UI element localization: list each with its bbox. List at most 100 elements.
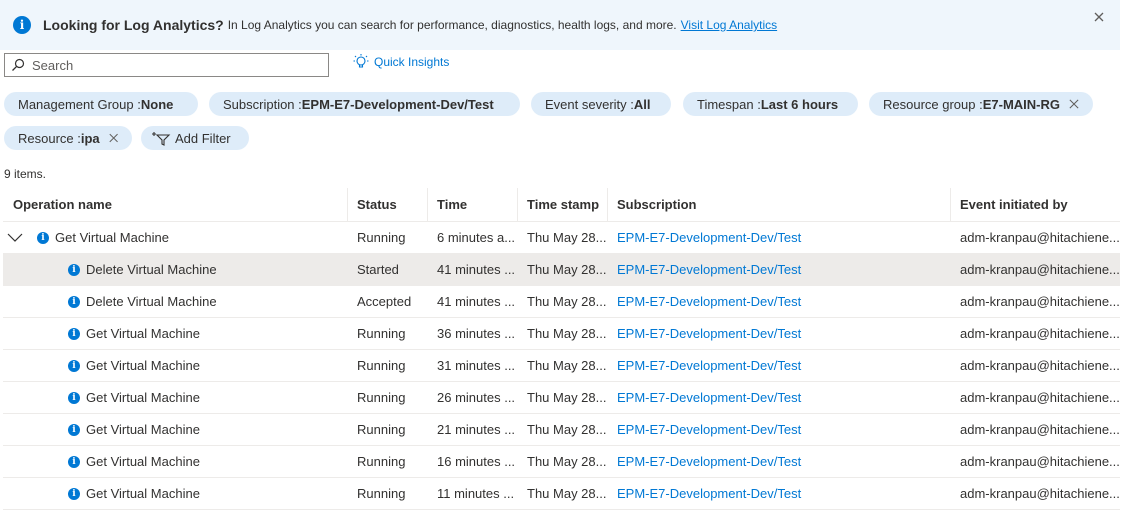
operation-cell: i Get Virtual Machine [3, 326, 347, 341]
info-icon: i [13, 16, 31, 34]
filter-resource-group[interactable]: Resource group : E7-MAIN-RG [869, 92, 1093, 116]
column-header-operation-name[interactable]: Operation name [3, 188, 347, 221]
timestamp-cell: Thu May 28... [527, 294, 607, 309]
operation-cell: i Get Virtual Machine [3, 390, 347, 405]
visit-log-analytics-link[interactable]: Visit Log Analytics [681, 18, 778, 32]
subscription-link[interactable]: EPM-E7-Development-Dev/Test [607, 486, 950, 501]
close-icon[interactable] [1092, 10, 1106, 24]
info-icon: i [68, 391, 80, 404]
status-cell: Running [357, 230, 406, 245]
search-box[interactable] [4, 53, 329, 77]
banner-title: Looking for Log Analytics? [43, 17, 224, 33]
timestamp-cell: Thu May 28... [527, 262, 607, 277]
subscription-link[interactable]: EPM-E7-Development-Dev/Test [607, 390, 950, 405]
status-cell: Started [357, 262, 399, 277]
filter-resource[interactable]: Resource : ipa [4, 126, 132, 150]
table-row[interactable]: i Delete Virtual Machine Accepted 41 min… [3, 286, 1120, 318]
table-row[interactable]: i Get Virtual Machine Running 31 minutes… [3, 350, 1120, 382]
info-icon: i [68, 455, 80, 468]
table-row[interactable]: i Delete Virtual Machine Started 41 minu… [3, 254, 1120, 286]
filter-label: Timespan : [697, 96, 761, 112]
log-analytics-banner: i Looking for Log Analytics? In Log Anal… [0, 0, 1120, 50]
search-input[interactable] [32, 57, 322, 73]
operation-name: Get Virtual Machine [55, 230, 169, 245]
subscription-link[interactable]: EPM-E7-Development-Dev/Test [607, 358, 950, 373]
time-cell: 21 minutes ... [437, 422, 516, 437]
add-filter-icon [152, 132, 171, 146]
info-icon: i [68, 327, 80, 340]
initiated-by-cell: adm-kranpau@hitachiene... [960, 262, 1120, 277]
table-row[interactable]: i Get Virtual Machine Running 6 minutes … [3, 222, 1120, 254]
time-cell: 16 minutes ... [437, 454, 516, 469]
operation-cell: i Get Virtual Machine [3, 486, 347, 501]
filter-value: Last 6 hours [760, 96, 839, 112]
filter-value: All [633, 96, 651, 112]
filter-event-severity[interactable]: Event severity : All [531, 92, 671, 116]
status-cell: Accepted [357, 294, 412, 309]
activity-log-table: Operation name Status Time Time stamp Su… [3, 188, 1120, 510]
table-row[interactable]: i Get Virtual Machine Running 21 minutes… [3, 414, 1120, 446]
quick-insights-label: Quick Insights [374, 55, 450, 69]
status-cell: Running [357, 326, 406, 341]
subscription-link[interactable]: EPM-E7-Development-Dev/Test [607, 326, 950, 341]
time-cell: 31 minutes ... [437, 358, 516, 373]
info-icon: i [37, 231, 49, 244]
filter-timespan[interactable]: Timespan : Last 6 hours [683, 92, 858, 116]
remove-filter-icon[interactable] [1069, 98, 1079, 110]
filter-value: ipa [80, 130, 100, 146]
column-header-event-initiated-by[interactable]: Event initiated by [950, 188, 1120, 222]
initiated-by-cell: adm-kranpau@hitachiene... [960, 486, 1120, 501]
subscription-link[interactable]: EPM-E7-Development-Dev/Test [607, 422, 950, 437]
timestamp-cell: Thu May 28... [527, 326, 607, 341]
item-count: 9 items. [4, 167, 47, 181]
status-cell: Running [357, 422, 406, 437]
timestamp-cell: Thu May 28... [527, 358, 607, 373]
info-icon: i [68, 263, 80, 276]
chevron-down-icon[interactable] [7, 233, 23, 243]
add-filter-label: Add Filter [175, 130, 231, 146]
column-header-time[interactable]: Time [427, 188, 517, 222]
operation-cell: i Get Virtual Machine [3, 358, 347, 373]
subscription-link[interactable]: EPM-E7-Development-Dev/Test [607, 294, 950, 309]
subscription-link[interactable]: EPM-E7-Development-Dev/Test [607, 262, 950, 277]
table-row[interactable]: i Get Virtual Machine Running 26 minutes… [3, 382, 1120, 414]
remove-filter-icon[interactable] [109, 132, 118, 144]
initiated-by-cell: adm-kranpau@hitachiene... [960, 230, 1120, 245]
operation-name: Get Virtual Machine [86, 390, 200, 405]
time-cell: 41 minutes ... [437, 262, 516, 277]
quick-insights-button[interactable]: Quick Insights [352, 53, 449, 71]
column-header-subscription[interactable]: Subscription [607, 188, 950, 222]
filter-label: Resource : [18, 130, 81, 146]
search-icon [12, 58, 25, 71]
filter-label: Subscription : [223, 96, 302, 112]
time-cell: 11 minutes ... [437, 486, 515, 501]
operation-name: Get Virtual Machine [86, 422, 200, 437]
initiated-by-cell: adm-kranpau@hitachiene... [960, 358, 1120, 373]
time-cell: 36 minutes ... [437, 326, 516, 341]
initiated-by-cell: adm-kranpau@hitachiene... [960, 422, 1120, 437]
table-row[interactable]: i Get Virtual Machine Running 16 minutes… [3, 446, 1120, 478]
filter-value: E7-MAIN-RG [982, 96, 1061, 112]
timestamp-cell: Thu May 28... [527, 454, 607, 469]
filter-subscription[interactable]: Subscription : EPM-E7-Development-Dev/Te… [209, 92, 520, 116]
operation-cell: i Get Virtual Machine [3, 422, 347, 437]
status-cell: Running [357, 358, 406, 373]
add-filter-button[interactable]: Add Filter [141, 126, 249, 150]
subscription-link[interactable]: EPM-E7-Development-Dev/Test [607, 454, 950, 469]
status-cell: Running [357, 390, 406, 405]
timestamp-cell: Thu May 28... [527, 230, 607, 245]
initiated-by-cell: adm-kranpau@hitachiene... [960, 390, 1120, 405]
operation-cell: i Delete Virtual Machine [3, 262, 347, 277]
initiated-by-cell: adm-kranpau@hitachiene... [960, 294, 1120, 309]
column-header-status[interactable]: Status [347, 188, 427, 222]
table-row[interactable]: i Get Virtual Machine Running 36 minutes… [3, 318, 1120, 350]
initiated-by-cell: adm-kranpau@hitachiene... [960, 326, 1120, 341]
filter-management-group[interactable]: Management Group : None [4, 92, 198, 116]
time-cell: 6 minutes a... [437, 230, 516, 245]
subscription-link[interactable]: EPM-E7-Development-Dev/Test [607, 230, 950, 245]
filter-value: None [140, 96, 174, 112]
time-cell: 26 minutes ... [437, 390, 516, 405]
column-header-time-stamp[interactable]: Time stamp [517, 188, 607, 222]
table-row[interactable]: i Get Virtual Machine Running 11 minutes… [3, 478, 1120, 510]
filter-label: Resource group : [883, 96, 983, 112]
